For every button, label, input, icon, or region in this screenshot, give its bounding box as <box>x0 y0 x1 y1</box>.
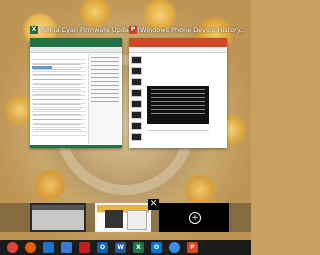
add-desktop-icon[interactable]: + <box>189 212 201 224</box>
thumbnail-window <box>127 210 147 230</box>
close-icon[interactable]: ✕ <box>148 199 159 210</box>
ribbon-tabs <box>30 47 122 53</box>
ribbon-tabs <box>129 47 227 53</box>
pivot-fields-pane <box>88 54 121 144</box>
ribbon <box>129 38 227 47</box>
thumbnail-window <box>105 210 123 228</box>
powerpoint-icon[interactable]: P <box>187 242 198 253</box>
window-title-bar[interactable]: P Windows Phone Device History... <box>129 24 246 36</box>
table-header <box>32 66 52 69</box>
chrome-icon[interactable] <box>7 242 18 253</box>
excel-icon: X <box>30 26 38 34</box>
spreadsheet-cells <box>33 60 81 130</box>
acrobat-icon[interactable] <box>79 242 90 253</box>
outlook-icon[interactable]: O <box>97 242 108 253</box>
taskbar: O W X O P <box>0 240 251 255</box>
slide-thumbnails <box>131 56 142 144</box>
notes-pane <box>147 130 209 137</box>
word-icon[interactable]: W <box>115 242 126 253</box>
settings-icon[interactable] <box>169 242 180 253</box>
calendar-icon[interactable] <box>61 242 72 253</box>
photos-icon[interactable] <box>43 242 54 253</box>
ribbon <box>30 38 122 47</box>
excel-icon[interactable]: X <box>133 242 144 253</box>
window-title: Windows Phone Device History... <box>140 26 246 34</box>
window-excel[interactable]: X Nokia Cyan Firmware Update I... <box>30 26 146 148</box>
powerpoint-icon: P <box>129 26 137 34</box>
desktop-thumbnail-2[interactable] <box>95 203 151 232</box>
desktop-thumbnail-1[interactable] <box>30 203 86 232</box>
firefox-icon[interactable] <box>25 242 36 253</box>
onenote-icon[interactable]: O <box>151 242 162 253</box>
status-bar <box>30 145 122 148</box>
slide-canvas <box>147 86 209 124</box>
window-powerpoint[interactable]: P Windows Phone Device History... <box>129 26 246 148</box>
